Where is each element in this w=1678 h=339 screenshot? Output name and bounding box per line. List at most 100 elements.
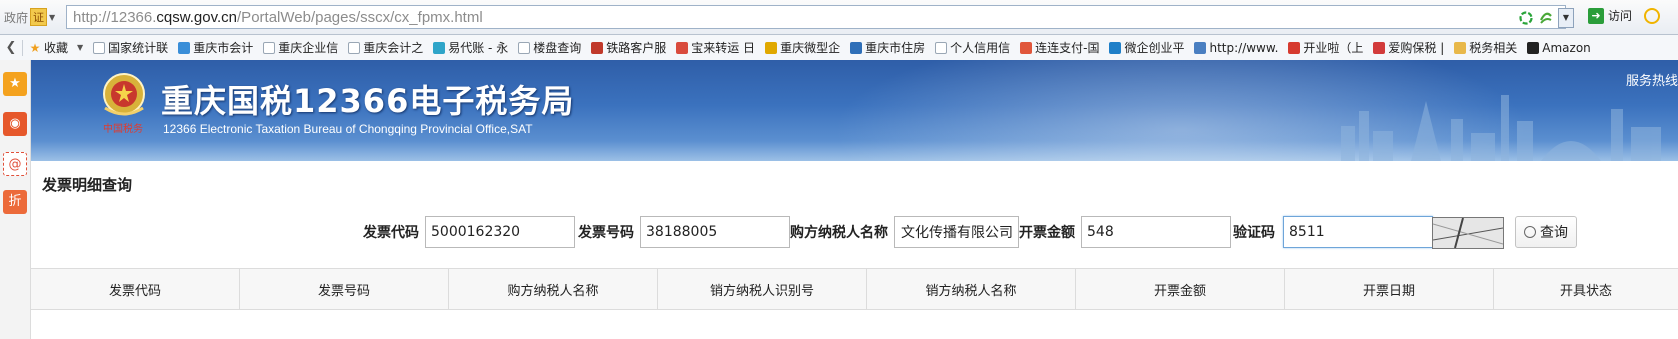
- bookmark-item[interactable]: 连连支付-国: [1020, 39, 1099, 56]
- bookmark-item[interactable]: 爱购保税 |: [1373, 39, 1444, 56]
- bookmark-item[interactable]: 易代账 - 永: [433, 39, 508, 56]
- bookmark-label: 个人信用信: [950, 41, 1011, 55]
- bookmark-item[interactable]: ★ 收藏 ▼: [29, 39, 84, 56]
- bookmarks-prev-icon[interactable]: ❮: [0, 40, 22, 55]
- mail-icon[interactable]: @: [3, 152, 27, 176]
- invoice-code-label: 发票代码: [363, 225, 419, 241]
- buyer-name-label: 购方纳税人名称: [790, 225, 888, 241]
- page-icon: [263, 41, 276, 54]
- invoice-code-group: 发票代码: [363, 216, 575, 248]
- site-icon: [1020, 41, 1033, 54]
- site-icon: [1109, 41, 1122, 54]
- site-icon: [676, 41, 689, 54]
- weibo-icon[interactable]: ◉: [3, 112, 27, 136]
- column-header[interactable]: 发票代码: [31, 269, 240, 309]
- column-header[interactable]: 发票号码: [240, 269, 449, 309]
- amazon-icon: [1527, 41, 1540, 54]
- refresh-icon[interactable]: [1518, 10, 1534, 26]
- bookmark-item[interactable]: Amazon: [1527, 41, 1591, 55]
- bookmark-item[interactable]: http://www.: [1194, 41, 1278, 55]
- bookmark-item[interactable]: 国家统计联: [93, 39, 168, 56]
- bookmark-item[interactable]: 铁路客户服: [591, 39, 666, 56]
- amount-label: 开票金额: [1019, 225, 1075, 241]
- service-hotline[interactable]: 服务热线: [1626, 70, 1678, 89]
- page-icon: [348, 41, 361, 54]
- search-icon: [1524, 226, 1536, 238]
- visit-button[interactable]: ➜ 访问: [1588, 7, 1632, 24]
- bookmark-label: 铁路客户服: [606, 41, 667, 55]
- banner-subtitle: 12366 Electronic Taxation Bureau of Chon…: [163, 122, 533, 136]
- column-header[interactable]: 开票日期: [1285, 269, 1494, 309]
- bookmark-item[interactable]: 重庆微型企: [765, 39, 840, 56]
- tax-emblem-icon: 中国税务: [103, 73, 145, 135]
- captcha-label: 验证码: [1233, 225, 1275, 241]
- bookmark-label: http://www.: [1209, 40, 1279, 55]
- column-header[interactable]: 开具状态: [1494, 269, 1678, 309]
- bookmark-item[interactable]: 税务相关: [1454, 39, 1517, 56]
- bookmark-item[interactable]: 重庆市住房: [850, 39, 925, 56]
- bookmark-label: 国家统计联: [108, 41, 169, 55]
- buyer-name-group: 购方纳税人名称: [790, 216, 1019, 248]
- bookmark-item[interactable]: 楼盘查询: [518, 39, 581, 56]
- search-icon[interactable]: [1644, 8, 1660, 24]
- bookmark-label: 连连支付-国: [1035, 41, 1100, 55]
- invoice-number-label: 发票号码: [578, 225, 634, 241]
- bookmark-item[interactable]: 微企创业平: [1109, 39, 1184, 56]
- address-actions: ▼: [1518, 8, 1574, 28]
- column-header[interactable]: 销方纳税人名称: [867, 269, 1076, 309]
- compat-icon[interactable]: [1538, 10, 1554, 26]
- bookmark-item[interactable]: 重庆会计之: [348, 39, 423, 56]
- bookmark-item[interactable]: 重庆企业信: [263, 39, 338, 56]
- svg-text:中国税务: 中国税务: [103, 122, 143, 135]
- captcha-input[interactable]: [1283, 216, 1433, 248]
- invoice-number-group: 发票号码: [578, 216, 790, 248]
- star-icon: ★: [29, 40, 41, 55]
- results-table-header: 发票代码 发票号码 购方纳税人名称 销方纳税人识别号 销方纳税人名称 开票金额 …: [31, 268, 1678, 310]
- bookmark-label: 开业啦（上: [1303, 41, 1364, 55]
- bookmark-label: 爱购保税 |: [1388, 41, 1445, 55]
- bookmark-label: 重庆市住房: [865, 41, 926, 55]
- globe-icon: [1194, 41, 1207, 54]
- captcha-image[interactable]: [1432, 217, 1504, 249]
- invoice-code-input[interactable]: [425, 216, 575, 248]
- chevron-down-icon[interactable]: ▼: [49, 13, 55, 22]
- bookmark-label: 重庆市会计: [193, 41, 254, 55]
- certificate-badge[interactable]: 证: [30, 8, 48, 26]
- dropdown-arrow-icon[interactable]: ▼: [1558, 8, 1574, 28]
- bookmark-label: 重庆企业信: [278, 41, 339, 55]
- go-arrow-icon: ➜: [1588, 7, 1604, 24]
- bookmark-label: 微企创业平: [1124, 41, 1185, 55]
- site-banner: 中国税务 重庆国税12366电子税务局 12366 Electronic Tax…: [31, 60, 1678, 161]
- invoice-number-input[interactable]: [640, 216, 790, 248]
- amount-input[interactable]: [1081, 216, 1231, 248]
- bookmark-item[interactable]: 开业啦（上: [1288, 39, 1363, 56]
- column-header[interactable]: 销方纳税人识别号: [658, 269, 867, 309]
- chevron-down-icon[interactable]: ▼: [77, 43, 83, 52]
- bookmark-label: 宝来转运 日: [691, 41, 756, 55]
- url-input[interactable]: http://12366.cqsw.gov.cn/PortalWeb/pages…: [66, 5, 1566, 29]
- site-icon: [1288, 41, 1301, 54]
- bookmark-label: 重庆会计之: [363, 41, 424, 55]
- zone-label: 政府: [4, 10, 29, 25]
- favorite-star-icon[interactable]: ★: [3, 72, 27, 96]
- page-icon: [518, 41, 531, 54]
- column-header[interactable]: 开票金额: [1076, 269, 1285, 309]
- site-icon: [850, 41, 863, 54]
- address-bar: 政府 证 ▼ http://12366.cqsw.gov.cn/PortalWe…: [0, 0, 1678, 35]
- bookmark-item[interactable]: 宝来转运 日: [676, 39, 755, 56]
- side-toolbar: ★ ◉ @ 折: [0, 60, 31, 339]
- discount-icon[interactable]: 折: [3, 190, 27, 214]
- security-zone[interactable]: 政府 证 ▼: [4, 7, 55, 27]
- query-button[interactable]: 查询: [1515, 216, 1577, 248]
- site-icon: [178, 41, 191, 54]
- site-icon: [433, 41, 446, 54]
- page-title: 发票明细查询: [42, 176, 133, 194]
- url-text: http://12366.cqsw.gov.cn/PortalWeb/pages…: [73, 9, 483, 26]
- bookmark-item[interactable]: 重庆市会计: [178, 39, 253, 56]
- rail-icon: [591, 41, 604, 54]
- bookmark-label: 重庆微型企: [780, 41, 841, 55]
- buyer-name-input[interactable]: [894, 216, 1019, 248]
- bookmark-item[interactable]: 个人信用信: [935, 39, 1010, 56]
- column-header[interactable]: 购方纳税人名称: [449, 269, 658, 309]
- bookmark-label: 收藏: [44, 41, 69, 55]
